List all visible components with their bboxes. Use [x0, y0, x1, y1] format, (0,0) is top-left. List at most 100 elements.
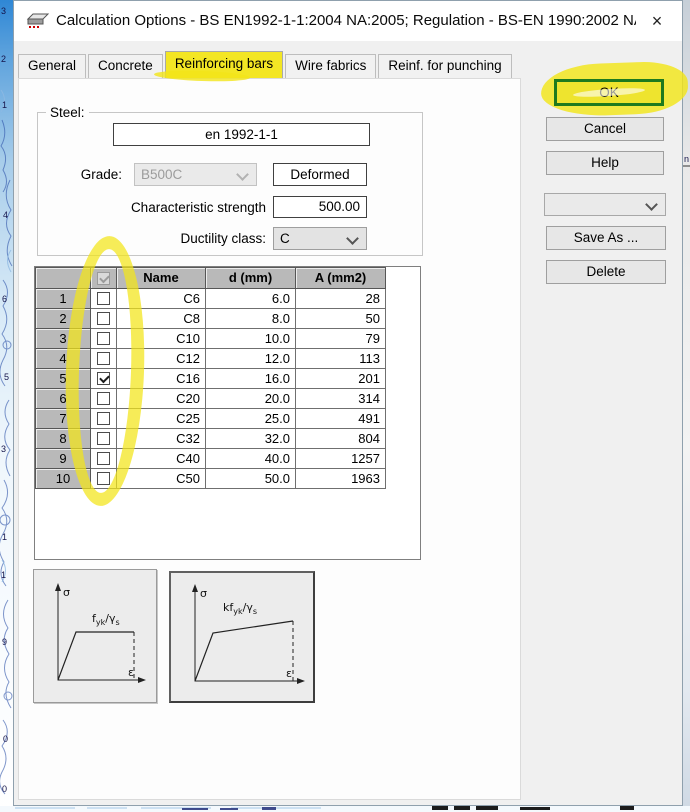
- bar-diameter[interactable]: 8.0: [206, 309, 296, 329]
- row-checkbox[interactable]: [97, 372, 110, 385]
- bar-diameter[interactable]: 6.0: [206, 289, 296, 309]
- tab-label: General: [28, 58, 77, 73]
- deformed-button[interactable]: Deformed: [273, 163, 367, 186]
- grade-dropdown[interactable]: B500C: [134, 163, 257, 186]
- row-number[interactable]: 3: [36, 329, 91, 349]
- bar-area[interactable]: 804: [296, 429, 386, 449]
- bar-area[interactable]: 113: [296, 349, 386, 369]
- row-number[interactable]: 7: [36, 409, 91, 429]
- preset-dropdown[interactable]: [544, 193, 666, 216]
- checkbox-cell: [91, 409, 117, 429]
- bar-name[interactable]: C40: [117, 449, 206, 469]
- bar-name[interactable]: C8: [117, 309, 206, 329]
- row-number[interactable]: 5: [36, 369, 91, 389]
- tab-reinforcing-bars[interactable]: Reinforcing bars: [164, 51, 284, 78]
- bar-name[interactable]: C16: [117, 369, 206, 389]
- checkbox-cell: [91, 329, 117, 349]
- row-number[interactable]: 10: [36, 469, 91, 489]
- select-all-header-cell: [91, 268, 117, 289]
- bar-diameter[interactable]: 50.0: [206, 469, 296, 489]
- tab-strip: General Concrete Reinforcing bars Wire f…: [18, 51, 514, 78]
- checkbox-cell: [91, 389, 117, 409]
- bar-name[interactable]: C12: [117, 349, 206, 369]
- app-icon: [26, 13, 50, 28]
- row-checkbox[interactable]: [97, 472, 110, 485]
- screen: 321465311900n Calculation Options - BS E…: [0, 0, 690, 812]
- yield-strength-label: fyk/γs: [92, 612, 120, 627]
- background-window-right: [683, 0, 690, 812]
- row-checkbox[interactable]: [97, 312, 110, 325]
- bar-name[interactable]: C50: [117, 469, 206, 489]
- tab-general[interactable]: General: [18, 54, 87, 78]
- chevron-down-icon: [236, 168, 249, 181]
- row-checkbox[interactable]: [97, 352, 110, 365]
- bar-area[interactable]: 491: [296, 409, 386, 429]
- column-header-name: Name: [117, 268, 206, 289]
- row-checkbox[interactable]: [97, 412, 110, 425]
- bar-name[interactable]: C10: [117, 329, 206, 349]
- bar-name[interactable]: C25: [117, 409, 206, 429]
- row-checkbox[interactable]: [97, 392, 110, 405]
- checkbox-cell: [91, 429, 117, 449]
- row-checkbox[interactable]: [97, 452, 110, 465]
- characteristic-strength-input[interactable]: 500.00: [273, 196, 367, 218]
- bar-area[interactable]: 1257: [296, 449, 386, 469]
- row-checkbox[interactable]: [97, 432, 110, 445]
- bar-name[interactable]: C20: [117, 389, 206, 409]
- tab-reinf-for-punching[interactable]: Reinf. for punching: [378, 54, 512, 78]
- table-row: 8 C32 32.0 804: [36, 429, 386, 449]
- bar-area[interactable]: 28: [296, 289, 386, 309]
- close-button[interactable]: ×: [642, 8, 672, 34]
- bar-area[interactable]: 201: [296, 369, 386, 389]
- stress-strain-diagram-elastic-plastic[interactable]: σ ε fyk/γs: [33, 569, 157, 703]
- table-row: 4 C12 12.0 113: [36, 349, 386, 369]
- epsilon-axis-label: ε: [128, 666, 134, 679]
- tab-label: Concrete: [98, 58, 153, 73]
- checkbox-cell: [91, 369, 117, 389]
- title-bar[interactable]: Calculation Options - BS EN1992-1-1:2004…: [14, 1, 682, 41]
- corner-header-cell: [36, 268, 91, 289]
- cancel-button[interactable]: Cancel: [546, 117, 664, 141]
- tab-concrete[interactable]: Concrete: [88, 54, 163, 78]
- table-row: 1 C6 6.0 28: [36, 289, 386, 309]
- help-button[interactable]: Help: [546, 151, 664, 175]
- row-number[interactable]: 1: [36, 289, 91, 309]
- bar-diameter[interactable]: 20.0: [206, 389, 296, 409]
- row-number[interactable]: 8: [36, 429, 91, 449]
- bar-name[interactable]: C6: [117, 289, 206, 309]
- bar-area[interactable]: 79: [296, 329, 386, 349]
- sigma-axis-label: σ: [63, 586, 70, 599]
- row-number[interactable]: 9: [36, 449, 91, 469]
- bar-area[interactable]: 1963: [296, 469, 386, 489]
- tab-wire-fabrics[interactable]: Wire fabrics: [285, 54, 377, 78]
- row-number[interactable]: 4: [36, 349, 91, 369]
- column-header-area: A (mm2): [296, 268, 386, 289]
- stress-strain-diagram-hardening[interactable]: σ ε kfyk/γs: [169, 571, 315, 703]
- ductility-class-dropdown[interactable]: C: [273, 227, 367, 250]
- hardening-strength-label: kfyk/γs: [223, 601, 257, 616]
- bar-area[interactable]: 50: [296, 309, 386, 329]
- bar-diameter[interactable]: 12.0: [206, 349, 296, 369]
- checkbox-cell: [91, 309, 117, 329]
- ok-button[interactable]: OK: [554, 79, 664, 106]
- grade-value: B500C: [141, 167, 183, 182]
- steel-standard-field[interactable]: en 1992-1-1: [113, 123, 370, 146]
- save-as-button[interactable]: Save As ...: [546, 226, 666, 250]
- row-number[interactable]: 2: [36, 309, 91, 329]
- table-header-row: Name d (mm) A (mm2): [36, 268, 386, 289]
- row-checkbox[interactable]: [97, 292, 110, 305]
- bar-diameter[interactable]: 40.0: [206, 449, 296, 469]
- select-all-checkbox[interactable]: [97, 271, 110, 285]
- bar-name[interactable]: C32: [117, 429, 206, 449]
- row-number[interactable]: 6: [36, 389, 91, 409]
- table-row: 2 C8 8.0 50: [36, 309, 386, 329]
- bar-diameter[interactable]: 25.0: [206, 409, 296, 429]
- bar-diameter[interactable]: 32.0: [206, 429, 296, 449]
- bar-diameter[interactable]: 10.0: [206, 329, 296, 349]
- bar-area[interactable]: 314: [296, 389, 386, 409]
- bar-diameter[interactable]: 16.0: [206, 369, 296, 389]
- dialog-body: General Concrete Reinforcing bars Wire f…: [14, 41, 689, 805]
- row-checkbox[interactable]: [97, 332, 110, 345]
- delete-button[interactable]: Delete: [546, 260, 666, 284]
- calculation-options-dialog: Calculation Options - BS EN1992-1-1:2004…: [13, 0, 689, 806]
